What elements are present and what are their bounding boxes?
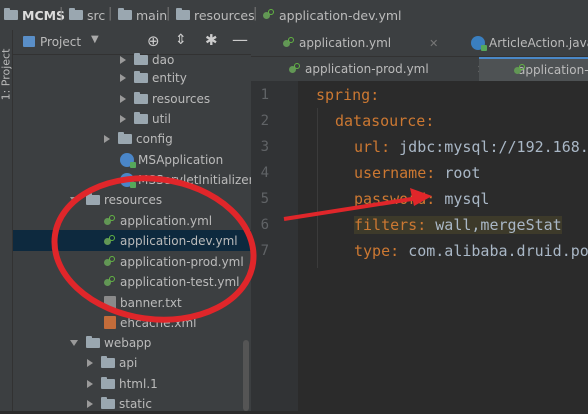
- tree-item-application-prod-yml[interactable]: application-prod.yml: [104, 251, 244, 272]
- separator-icon: |: [108, 6, 113, 21]
- collapse-arrow-icon[interactable]: [70, 339, 78, 346]
- yml-file-icon: [104, 255, 116, 268]
- expand-arrow-icon[interactable]: [104, 134, 110, 143]
- chevron-down-icon[interactable]: ▼: [91, 34, 99, 45]
- separator-icon: |: [59, 6, 64, 21]
- line-number: 6: [260, 217, 269, 233]
- editor-tab-bar: application.yml ✕ ArticleAction.java: [251, 30, 588, 57]
- tree-item-msapplication[interactable]: MSApplication: [120, 149, 223, 170]
- expand-arrow-icon[interactable]: [120, 55, 126, 64]
- folder-icon: [4, 8, 18, 20]
- tree-item-webapp[interactable]: webapp: [70, 332, 151, 353]
- java-class-icon: [120, 152, 136, 168]
- editor-tab-bar-row2: application-prod.yml ✕ application-dev.y…: [251, 57, 588, 81]
- folder-icon: [101, 376, 115, 389]
- tree-item-application-dev-yml[interactable]: application-dev.yml: [13, 230, 251, 251]
- text-file-icon: [104, 296, 116, 309]
- code-line-3[interactable]: url: jdbc:mysql://192.168.1.1: [354, 138, 588, 156]
- tree-item-html1[interactable]: html.1: [87, 373, 158, 394]
- expand-arrow-icon[interactable]: [87, 379, 93, 388]
- folder-icon: [134, 52, 148, 65]
- tree-item-application-yml[interactable]: application.yml: [104, 210, 212, 231]
- collapse-icon[interactable]: ⇕: [175, 32, 187, 48]
- folder-icon: [69, 8, 83, 20]
- code-line-6[interactable]: filters: wall,mergeStat: [354, 216, 562, 234]
- tree-item-api[interactable]: api: [87, 352, 137, 373]
- tool-window-strip: 1: Project: [0, 30, 13, 411]
- tree-item-resources[interactable]: resources: [70, 189, 162, 210]
- tab-application-dev-yml[interactable]: application-dev.yml: [479, 57, 588, 81]
- line-number: 4: [260, 165, 269, 181]
- folder-icon: [86, 192, 100, 205]
- yml-file-icon: [263, 9, 275, 21]
- expand-arrow-icon[interactable]: [120, 73, 126, 82]
- target-icon[interactable]: ⊕: [147, 32, 160, 50]
- yml-file-icon: [104, 234, 116, 247]
- expand-arrow-icon[interactable]: [87, 399, 93, 408]
- line-number: 5: [260, 191, 269, 207]
- separator-icon: |: [166, 6, 171, 21]
- indent-guide: [317, 108, 318, 268]
- folder-icon: [101, 355, 115, 368]
- folder-icon: [118, 131, 132, 144]
- tab-application-prod-yml[interactable]: application-prod.yml ✕: [289, 57, 486, 81]
- project-view-selector[interactable]: Project: [40, 35, 81, 49]
- line-number: 1: [260, 87, 269, 103]
- breadcrumb-item-application-dev[interactable]: application-dev.yml: [263, 7, 402, 23]
- tree-item-msservletinitializer[interactable]: MSServletInitializer: [120, 169, 254, 190]
- tree-item-util[interactable]: util: [120, 108, 171, 129]
- tree-item-entity[interactable]: entity: [120, 67, 187, 88]
- scrollbar-thumb[interactable]: [243, 340, 249, 411]
- code-line-2[interactable]: datasource:: [335, 112, 434, 130]
- java-class-icon: [471, 36, 487, 51]
- xml-file-icon: [104, 316, 116, 329]
- folder-icon: [86, 335, 100, 348]
- expand-arrow-icon[interactable]: [120, 114, 126, 123]
- minimize-icon[interactable]: —: [232, 30, 248, 49]
- folder-icon: [134, 91, 148, 104]
- tree-item-config[interactable]: config: [104, 128, 173, 149]
- project-tool-button[interactable]: 1: Project: [0, 49, 13, 101]
- tree-item-banner-txt[interactable]: banner.txt: [104, 292, 182, 313]
- code-line-7[interactable]: type: com.alibaba.druid.pool: [354, 242, 588, 260]
- folder-icon: [134, 111, 148, 124]
- breadcrumb-item-main[interactable]: main: [118, 7, 167, 23]
- breadcrumb-item-src[interactable]: src: [69, 7, 105, 23]
- code-line-5[interactable]: password: mysql: [354, 190, 489, 208]
- yml-file-icon: [104, 214, 116, 227]
- yml-file-icon: [289, 63, 301, 75]
- folder-icon: [101, 396, 115, 409]
- project-icon: [23, 36, 35, 47]
- line-number: 2: [260, 113, 269, 129]
- breadcrumb-item-resources[interactable]: resources: [176, 7, 255, 23]
- separator-icon: |: [253, 6, 258, 21]
- tree-item-resources-inner[interactable]: resources: [120, 88, 210, 109]
- java-class-icon: [120, 172, 136, 188]
- tree-item-application-test-yml[interactable]: application-test.yml: [104, 271, 240, 292]
- code-line-1[interactable]: spring:: [316, 86, 379, 104]
- gear-icon[interactable]: ✱: [205, 31, 218, 49]
- collapse-arrow-icon[interactable]: [70, 196, 78, 203]
- line-number: 7: [260, 243, 269, 259]
- folder-icon: [176, 8, 190, 20]
- yml-file-icon: [104, 275, 116, 288]
- tab-articleaction-java[interactable]: ArticleAction.java: [471, 31, 588, 55]
- expand-arrow-icon[interactable]: [87, 358, 93, 367]
- tree-item-ehcache-xml[interactable]: ehcache.xml: [104, 312, 196, 333]
- folder-icon: [134, 70, 148, 83]
- yml-file-icon: [283, 37, 295, 49]
- close-icon[interactable]: ✕: [429, 37, 438, 50]
- breadcrumb-item-mcms[interactable]: MCMS: [4, 7, 65, 23]
- code-line-4[interactable]: username: root: [354, 164, 480, 182]
- folder-icon: [118, 8, 132, 20]
- expand-arrow-icon[interactable]: [120, 94, 126, 103]
- breadcrumb: MCMS | src | main | resources | applicat…: [0, 0, 588, 31]
- tab-application-yml[interactable]: application.yml ✕: [283, 31, 438, 55]
- line-number: 3: [260, 139, 269, 155]
